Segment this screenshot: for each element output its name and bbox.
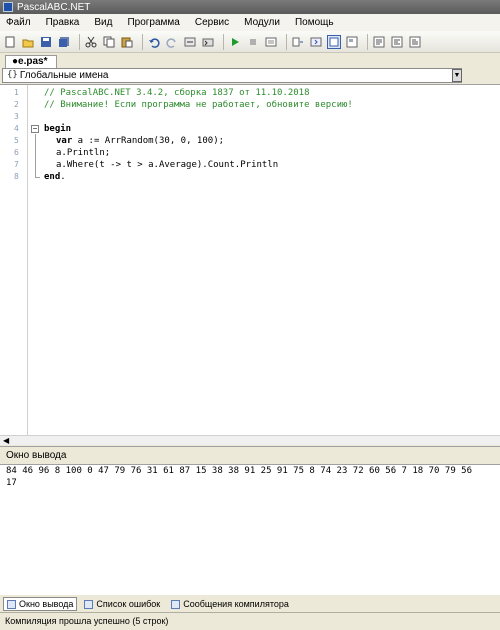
module-icon[interactable] — [390, 35, 404, 49]
menu-help[interactable]: Помощь — [295, 17, 334, 28]
code-line-6: a.Println; — [56, 148, 111, 158]
cut-icon[interactable] — [84, 35, 98, 49]
line-number-gutter: 1 2 3 4 5 6 7 8 — [0, 85, 28, 437]
save-all-icon[interactable] — [57, 35, 71, 49]
line-number: 4 — [14, 124, 19, 133]
bottom-tabs: Окно вывода Список ошибок Сообщения комп… — [0, 596, 500, 612]
tab-e-pas[interactable]: ●e.pas* — [5, 55, 57, 68]
line-number: 1 — [14, 88, 19, 97]
step-over-icon[interactable] — [291, 35, 305, 49]
line-number: 5 — [14, 136, 19, 145]
fold-line-end — [35, 177, 40, 178]
tab-label: Сообщения компилятора — [183, 599, 289, 609]
menu-view[interactable]: Вид — [94, 17, 112, 28]
undo-icon[interactable] — [147, 35, 161, 49]
output-window-header: Окно вывода — [0, 446, 500, 464]
step-into-icon[interactable] — [264, 35, 278, 49]
code-line-7: a.Where(t -> t > a.Average).Count.Printl… — [56, 160, 279, 170]
tab-error-list[interactable]: Список ошибок — [80, 597, 164, 611]
open-folder-icon[interactable] — [21, 35, 35, 49]
form-designer-icon[interactable] — [345, 35, 359, 49]
line-number: 2 — [14, 100, 19, 109]
line-number: 8 — [14, 172, 19, 181]
code-line-1: // PascalABC.NET 3.4.2, сборка 1837 от 1… — [44, 88, 310, 98]
code-text: , — [186, 136, 197, 146]
keyword-var: var — [56, 136, 73, 146]
menu-program[interactable]: Программа — [127, 17, 179, 28]
redo-icon[interactable] — [165, 35, 179, 49]
error-list-icon — [84, 599, 94, 609]
paste-icon[interactable] — [120, 35, 134, 49]
new-file-icon[interactable] — [3, 35, 17, 49]
output-line-1: 84 46 96 8 100 0 47 79 76 31 61 87 15 38… — [6, 466, 472, 476]
code-number: 100 — [196, 136, 214, 146]
find-icon[interactable] — [183, 35, 197, 49]
status-bar: Компиляция прошла успешно (5 строк) — [0, 612, 500, 630]
output-window-icon[interactable] — [327, 34, 341, 49]
copy-icon[interactable] — [102, 35, 116, 49]
tab-label: Список ошибок — [96, 599, 161, 609]
line-number: 6 — [14, 148, 19, 157]
toolbar-separator — [286, 33, 287, 50]
keyword-end: end — [44, 172, 61, 182]
code-text: a := ArrRandom( — [72, 136, 159, 146]
window-title: PascalABC.NET — [17, 1, 91, 13]
code-line-2: // Внимание! Если программа не работает,… — [44, 100, 353, 110]
panel-icon[interactable] — [309, 35, 323, 49]
module-icon[interactable] — [408, 35, 422, 49]
keyword-begin: begin — [44, 124, 72, 134]
output-panel[interactable]: 84 46 96 8 100 0 47 79 76 31 61 87 15 38… — [0, 464, 500, 595]
code-line-4: begin — [44, 124, 71, 134]
run-icon[interactable] — [228, 35, 242, 49]
code-line-8: end. — [44, 172, 66, 182]
tab-output-window[interactable]: Окно вывода — [3, 597, 78, 611]
module-icon[interactable] — [372, 35, 386, 49]
fold-line — [35, 134, 36, 178]
menu-edit[interactable]: Правка — [46, 17, 80, 28]
toolbar-separator — [142, 33, 143, 50]
code-editor[interactable]: 1 2 3 4 5 6 7 8 − // PascalABC.NET 3.4.2… — [0, 84, 500, 445]
output-line-2: 17 — [6, 478, 17, 488]
scroll-left-icon[interactable]: ◀ — [3, 436, 9, 446]
tab-compiler-messages[interactable]: Сообщения компилятора — [167, 597, 293, 611]
menu-service[interactable]: Сервис — [195, 17, 229, 28]
menu-file[interactable]: Файл — [6, 17, 31, 28]
toolbar-separator — [223, 33, 224, 50]
toolbar-separator — [367, 33, 368, 50]
toolbar — [0, 31, 500, 53]
tab-label: Окно вывода — [19, 599, 74, 609]
chevron-down-icon[interactable]: ▼ — [452, 69, 462, 82]
code-text: , — [169, 136, 181, 146]
code-text: . — [60, 172, 66, 182]
code-number: 30 — [158, 136, 170, 146]
editor-tabstrip: ●e.pas* — [0, 54, 500, 68]
title-bar: PascalABC.NET — [0, 0, 500, 14]
save-icon[interactable] — [39, 35, 53, 49]
code-line-5: var a := ArrRandom(30, 0, 100); — [56, 136, 224, 146]
toolbar-separator — [79, 33, 80, 50]
horizontal-scrollbar[interactable]: ◀ — [0, 435, 500, 445]
fold-collapse-icon[interactable]: − — [31, 125, 39, 133]
app-icon — [3, 2, 13, 12]
line-number: 3 — [14, 112, 19, 121]
menu-modules[interactable]: Модули — [244, 17, 280, 28]
menu-bar: Файл Правка Вид Программа Сервис Модули … — [0, 14, 500, 31]
code-text: ); — [213, 136, 225, 146]
compiler-messages-icon — [171, 599, 181, 609]
scope-selector[interactable]: {} Глобальные имена — [2, 68, 462, 83]
output-window-icon — [7, 599, 16, 609]
braces-icon: {} — [7, 70, 18, 80]
debug-icon[interactable] — [201, 35, 215, 49]
line-number: 7 — [14, 160, 19, 169]
stop-icon[interactable] — [246, 35, 260, 49]
scope-label: Глобальные имена — [19, 70, 109, 81]
